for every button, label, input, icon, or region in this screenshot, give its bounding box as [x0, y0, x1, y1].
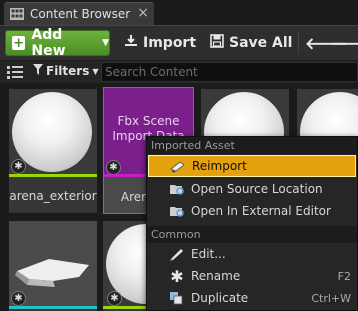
menu-item-label: Edit...: [191, 247, 226, 261]
save-icon: [210, 34, 224, 52]
asset-tile[interactable]: ✱: [9, 221, 97, 311]
menu-item-reimport[interactable]: Reimport: [148, 155, 356, 177]
menu-item-label: Reimport: [192, 159, 247, 173]
chevron-down-icon: ▼: [92, 66, 99, 76]
menu-item-open-in-external-editor[interactable]: Open In External Editor: [147, 200, 357, 222]
menu-section-imported-asset: Imported Asset: [147, 137, 357, 154]
menu-item-label: Open In External Editor: [191, 204, 331, 218]
reimport-icon: [170, 158, 186, 174]
duplicate-icon: [169, 290, 185, 306]
menu-item-duplicate[interactable]: Duplicate Ctrl+W: [147, 287, 357, 309]
filter-bar: Filters ▼ Search Content: [0, 61, 358, 83]
shortcut-hint: F2: [337, 269, 351, 283]
plus-icon: +: [12, 35, 26, 51]
search-input[interactable]: Search Content: [101, 62, 358, 82]
static-mesh-badge-icon: ✱: [11, 159, 26, 174]
sphere-preview: [12, 92, 92, 172]
forward-arrow-icon[interactable]: 🡒: [330, 33, 358, 53]
save-all-button[interactable]: Save All: [210, 30, 292, 56]
import-icon: [124, 34, 138, 52]
asset-type-color-bar: [9, 174, 97, 177]
tab-content-browser[interactable]: Content Browser ×: [4, 2, 154, 25]
filters-button[interactable]: Filters ▼: [33, 64, 99, 78]
menu-item-open-source-location[interactable]: Open Source Location: [147, 178, 357, 200]
menu-item-rename[interactable]: ✱ Rename F2: [147, 265, 357, 287]
external-editor-icon: [169, 203, 185, 219]
tab-strip: Content Browser ×: [0, 0, 358, 25]
menu-item-label: Duplicate: [191, 291, 249, 305]
folder-search-icon: [169, 181, 185, 197]
import-button[interactable]: Import: [124, 30, 196, 56]
rename-icon: ✱: [170, 266, 184, 286]
import-label: Import: [143, 35, 197, 51]
save-all-label: Save All: [229, 35, 293, 51]
toolbar-divider: [298, 32, 299, 54]
add-new-label: Add New: [31, 27, 66, 59]
filters-label: Filters: [46, 64, 90, 78]
toolbar: + Add New ▼ Import Save All 🡐 🡒: [0, 25, 358, 61]
content-browser-icon: [10, 8, 24, 20]
static-mesh-badge-icon: ✱: [107, 291, 122, 306]
close-icon[interactable]: ×: [137, 5, 149, 21]
pencil-icon: [169, 246, 185, 262]
menu-section-common: Common: [147, 226, 357, 243]
asset-type-color-bar: [9, 306, 97, 309]
menu-item-label: Open Source Location: [191, 182, 323, 196]
filter-icon: [33, 64, 43, 78]
tab-title: Content Browser: [30, 7, 131, 21]
asset-name: arena_exterior: [9, 189, 97, 203]
asset-tile[interactable]: ✱ arena_exterior: [9, 89, 97, 213]
static-mesh-badge-icon: ✱: [106, 160, 121, 175]
menu-item-edit[interactable]: Edit...: [147, 243, 357, 265]
chevron-down-icon: ▼: [102, 38, 109, 48]
add-new-button[interactable]: + Add New ▼: [5, 27, 110, 59]
context-menu: Imported Asset Reimport Open Source Loca…: [146, 136, 358, 311]
static-mesh-badge-icon: ✱: [11, 291, 26, 306]
shortcut-hint: Ctrl+W: [311, 291, 351, 305]
menu-item-label: Rename: [191, 269, 241, 283]
sources-panel-toggle-icon[interactable]: [7, 65, 23, 79]
